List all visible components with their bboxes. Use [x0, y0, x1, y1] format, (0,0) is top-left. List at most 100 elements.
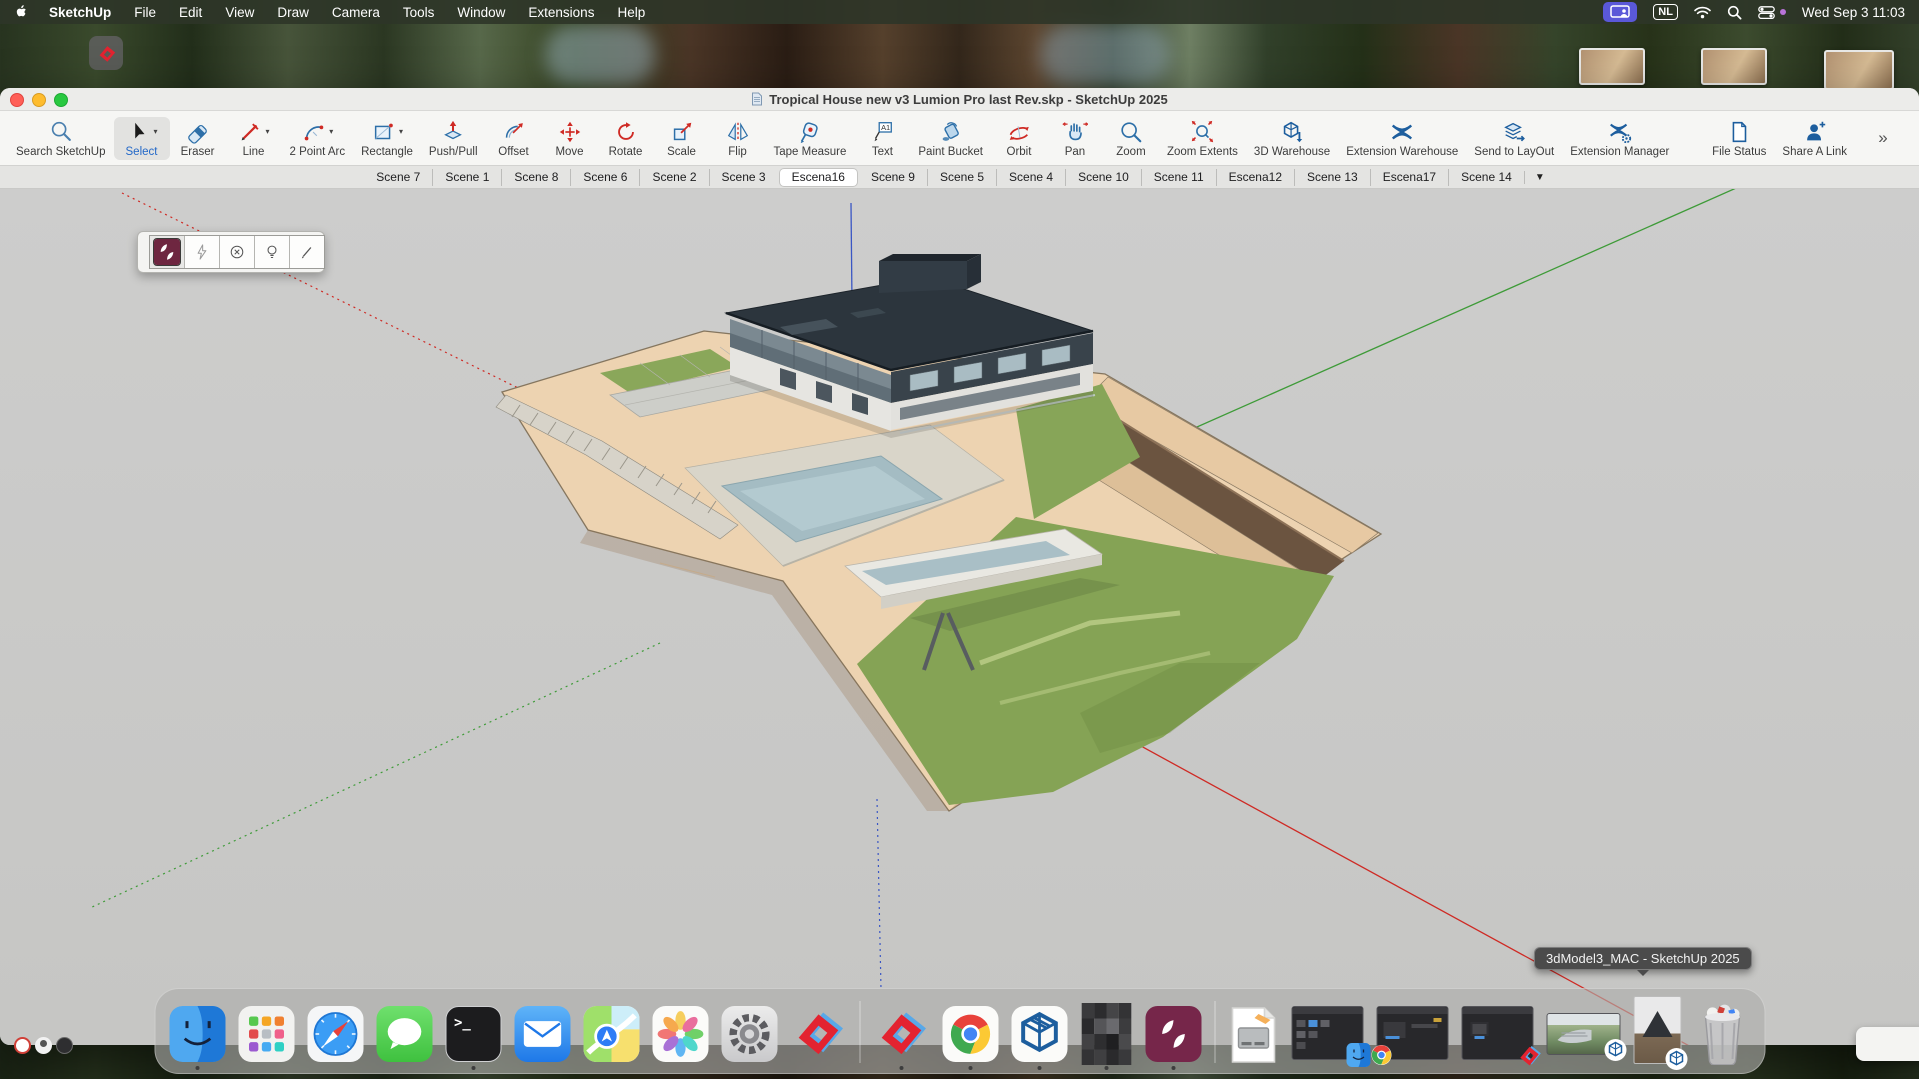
minimize-window-button[interactable]: [32, 93, 46, 107]
desktop-file-thumbnail[interactable]: [1579, 48, 1645, 85]
close-window-button[interactable]: [10, 93, 24, 107]
tool-line[interactable]: ▾ Line: [226, 117, 282, 160]
input-source-badge[interactable]: NL: [1653, 4, 1678, 20]
dock-trash[interactable]: [1694, 993, 1750, 1073]
tool-share-a-link[interactable]: Share A Link: [1774, 117, 1855, 160]
dock-sketchup-running[interactable]: [873, 993, 929, 1073]
tool-flip[interactable]: Flip: [710, 117, 766, 160]
menu-extensions[interactable]: Extensions: [528, 5, 594, 20]
scene-tab[interactable]: Scene 5: [927, 169, 996, 186]
menu-edit[interactable]: Edit: [179, 5, 202, 20]
tool-scale[interactable]: Scale: [654, 117, 710, 160]
tool-select[interactable]: ▾ Select: [114, 117, 170, 160]
tool-eraser[interactable]: Eraser: [170, 117, 226, 160]
scene-tab[interactable]: Scene 1: [432, 169, 501, 186]
screen-mirroring-icon[interactable]: [1603, 2, 1637, 22]
scene-tab[interactable]: Scene 14: [1448, 169, 1524, 186]
tool-move[interactable]: Move: [542, 117, 598, 160]
scene-tab[interactable]: Scene 8: [501, 169, 570, 186]
tool-search-sketchup[interactable]: Search SketchUp: [8, 117, 114, 160]
scene-tab[interactable]: Escena12: [1216, 169, 1294, 186]
tool-file-status[interactable]: File Status: [1704, 117, 1774, 160]
dock-window-thumbnail-chrome[interactable]: [1376, 993, 1448, 1073]
wifi-icon[interactable]: [1694, 6, 1711, 19]
dock-system-settings[interactable]: [721, 993, 777, 1073]
tool-rectangle[interactable]: ▾ Rectangle: [353, 117, 421, 160]
apple-menu-icon[interactable]: [14, 4, 29, 20]
scene-tab[interactable]: Scene 10: [1065, 169, 1141, 186]
dock-document[interactable]: [1228, 993, 1278, 1073]
tool-zoom[interactable]: Zoom: [1103, 117, 1159, 160]
livesync-stop-button[interactable]: [219, 236, 254, 268]
scene-tab[interactable]: Scene 9: [859, 169, 927, 186]
control-center-icon[interactable]: [1758, 6, 1786, 19]
zoom-window-button[interactable]: [54, 93, 68, 107]
corner-dark-icon[interactable]: [56, 1037, 73, 1054]
corner-person-icon[interactable]: [35, 1037, 52, 1054]
menu-draw[interactable]: Draw: [277, 5, 309, 20]
dock-safari[interactable]: [307, 993, 363, 1073]
scene-tab-active[interactable]: Escena16: [780, 169, 857, 186]
scene-tab[interactable]: Scene 13: [1294, 169, 1370, 186]
dock-finder[interactable]: [169, 993, 225, 1073]
tool-zoom-extents[interactable]: Zoom Extents: [1159, 117, 1246, 160]
dock-sketchup-viewer[interactable]: [1011, 993, 1067, 1073]
dock-model-thumbnail[interactable]: [1633, 993, 1681, 1073]
tool-rotate[interactable]: Rotate: [598, 117, 654, 160]
dock-photos[interactable]: [652, 993, 708, 1073]
dropdown-caret-icon[interactable]: ▾: [153, 127, 157, 136]
dock-chrome[interactable]: [942, 993, 998, 1073]
scene-tab[interactable]: Scene 7: [364, 169, 432, 186]
tool-paint-bucket[interactable]: Paint Bucket: [910, 117, 991, 160]
tool-tape-measure[interactable]: Tape Measure: [766, 117, 855, 160]
tool-offset[interactable]: Offset: [486, 117, 542, 160]
scene-tab[interactable]: Scene 6: [570, 169, 639, 186]
tool-3d-warehouse[interactable]: 3D Warehouse: [1246, 117, 1338, 160]
menu-view[interactable]: View: [225, 5, 254, 20]
tool-pan[interactable]: Pan: [1047, 117, 1103, 160]
scene-tab[interactable]: Scene 3: [709, 169, 778, 186]
dock-maps[interactable]: [583, 993, 639, 1073]
livesync-toggle-button[interactable]: [184, 236, 219, 268]
dock-terminal[interactable]: >_: [445, 993, 501, 1073]
dropdown-caret-icon[interactable]: ▾: [399, 127, 403, 136]
toolbar-overflow-button[interactable]: »: [1855, 126, 1911, 150]
dock-launchpad[interactable]: [238, 993, 294, 1073]
desktop-file-thumbnail[interactable]: [1701, 48, 1767, 85]
menu-help[interactable]: Help: [617, 5, 645, 20]
dock-mail[interactable]: [514, 993, 570, 1073]
scene-tab[interactable]: Scene 4: [996, 169, 1065, 186]
corner-badge-icon[interactable]: [14, 1037, 31, 1054]
viewport-canvas[interactable]: 3dModel3_MAC - SketchUp 2025: [0, 189, 1919, 1045]
dock-lumion[interactable]: [1145, 993, 1201, 1073]
tool-orbit[interactable]: Orbit: [991, 117, 1047, 160]
tool-push-pull[interactable]: Push/Pull: [421, 117, 486, 160]
tool-2-point-arc[interactable]: ▾ 2 Point Arc: [282, 117, 354, 160]
livesync-light-button[interactable]: [254, 236, 289, 268]
scene-tabs-more-button[interactable]: ▼: [1524, 171, 1555, 184]
menu-tools[interactable]: Tools: [403, 5, 435, 20]
lumion-livesync-button[interactable]: [150, 236, 184, 268]
dropdown-caret-icon[interactable]: ▾: [329, 127, 333, 136]
tool-text[interactable]: A1 Text: [854, 117, 910, 160]
tool-extension-warehouse[interactable]: Extension Warehouse: [1338, 117, 1466, 160]
dock-sketchup[interactable]: [790, 993, 846, 1073]
dock-messages[interactable]: [376, 993, 432, 1073]
desktop-sketchup-file-icon[interactable]: [89, 36, 123, 70]
dock-render-thumbnail[interactable]: [1546, 993, 1620, 1073]
dropdown-caret-icon[interactable]: ▾: [265, 127, 269, 136]
menu-clock[interactable]: Wed Sep 3 11:03: [1802, 5, 1905, 20]
menu-file[interactable]: File: [134, 5, 156, 20]
dock-obscured-app[interactable]: [1080, 993, 1132, 1073]
dock-window-thumbnail-sketchup[interactable]: [1461, 993, 1533, 1073]
menu-window[interactable]: Window: [457, 5, 505, 20]
tool-send-to-layout[interactable]: Send to LayOut: [1466, 117, 1562, 160]
scene-tab[interactable]: Scene 2: [639, 169, 708, 186]
menu-app-name[interactable]: SketchUp: [49, 5, 111, 20]
tool-extension-manager[interactable]: Extension Manager: [1562, 117, 1677, 160]
scene-tab[interactable]: Scene 11: [1141, 169, 1216, 186]
dock-window-thumbnail-finder[interactable]: [1291, 993, 1363, 1073]
scene-tab[interactable]: Escena17: [1370, 169, 1448, 186]
spotlight-search-icon[interactable]: [1727, 5, 1742, 20]
menu-camera[interactable]: Camera: [332, 5, 380, 20]
